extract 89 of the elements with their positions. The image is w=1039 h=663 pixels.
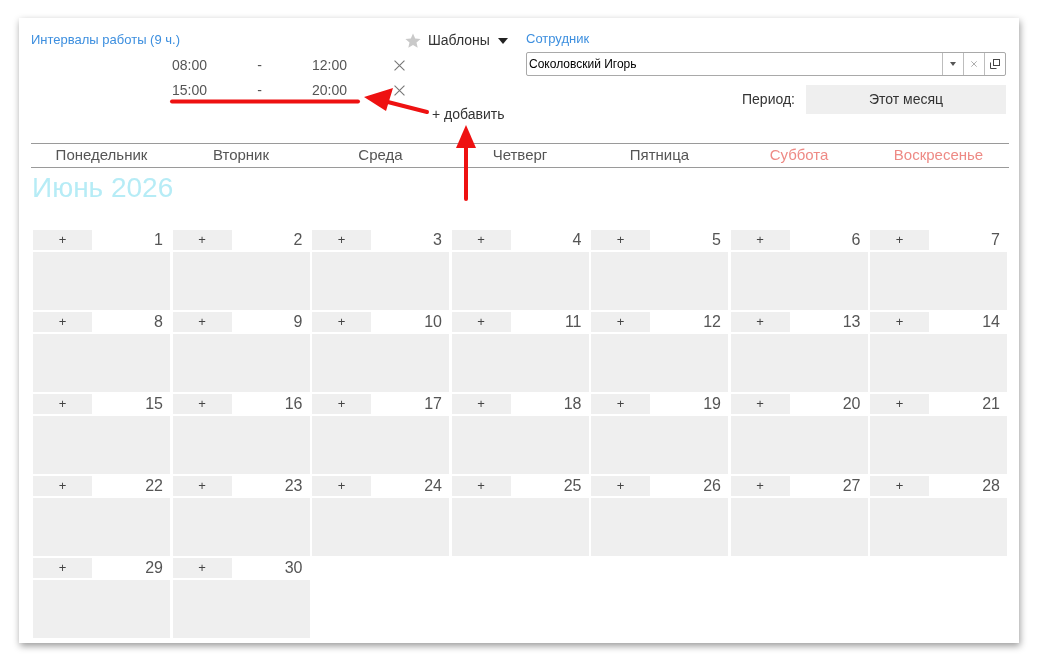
- add-shift-button[interactable]: +: [312, 394, 371, 414]
- add-shift-button[interactable]: +: [451, 476, 511, 496]
- add-shift-button[interactable]: +: [172, 230, 232, 250]
- day-number: 25: [563, 476, 583, 496]
- day-number: 11: [564, 312, 583, 332]
- employee-label: Сотрудник: [526, 31, 590, 47]
- add-shift-button[interactable]: +: [730, 394, 790, 414]
- day-number: 24: [424, 476, 443, 496]
- weekday-label: Понедельник: [55, 145, 148, 166]
- templates-dropdown[interactable]: Шаблоны: [405, 32, 508, 49]
- add-shift-button[interactable]: +: [33, 312, 92, 332]
- add-shift-button[interactable]: +: [591, 312, 650, 332]
- add-shift-button[interactable]: +: [870, 476, 929, 496]
- separator-dash: -: [256, 56, 263, 75]
- period-label: Период:: [742, 90, 795, 109]
- close-icon[interactable]: [394, 60, 405, 71]
- add-shift-button[interactable]: +: [33, 230, 92, 250]
- day-number: 4: [572, 230, 583, 250]
- day-number: 1: [154, 230, 164, 250]
- add-interval-link[interactable]: + добавить: [432, 106, 505, 123]
- add-shift-button[interactable]: +: [451, 394, 511, 414]
- start-time[interactable]: 08:00: [172, 55, 257, 76]
- star-icon: [405, 32, 421, 49]
- day-number: 15: [145, 394, 164, 414]
- add-shift-button[interactable]: +: [730, 476, 790, 496]
- day-number: 8: [154, 312, 164, 332]
- day-number: 26: [703, 476, 722, 496]
- add-shift-button[interactable]: +: [591, 476, 650, 496]
- weekday-label: Воскресенье: [893, 145, 984, 166]
- add-shift-button[interactable]: +: [312, 230, 371, 250]
- day-number: 20: [842, 394, 862, 414]
- day-number: 17: [424, 394, 443, 414]
- close-icon[interactable]: [394, 85, 405, 96]
- weekday-label: Среда: [358, 145, 403, 166]
- windows-icon: [990, 59, 1000, 69]
- add-shift-button[interactable]: +: [33, 394, 92, 414]
- end-time[interactable]: 12:00: [262, 55, 347, 76]
- weekday-label: Суббота: [769, 145, 829, 166]
- period-button[interactable]: Этот месяц: [806, 85, 1006, 114]
- day-number: 23: [284, 476, 304, 496]
- caret-icon: [497, 37, 508, 44]
- add-shift-button[interactable]: +: [451, 312, 511, 332]
- caret-icon: [950, 62, 956, 66]
- add-shift-button[interactable]: +: [312, 476, 371, 496]
- add-shift-button[interactable]: +: [591, 394, 650, 414]
- day-number: 22: [145, 476, 164, 496]
- month-title: Июнь 2026: [32, 172, 174, 204]
- day-number: 5: [712, 230, 722, 250]
- day-number: 13: [842, 312, 862, 332]
- day-number: 6: [851, 230, 862, 250]
- add-shift-button[interactable]: +: [870, 394, 929, 414]
- add-shift-button[interactable]: +: [172, 558, 232, 578]
- day-number: 30: [284, 558, 304, 578]
- start-time[interactable]: 15:00: [172, 80, 257, 101]
- day-number: 19: [703, 394, 722, 414]
- day-number: 28: [982, 476, 1001, 496]
- day-number: 7: [991, 230, 1001, 250]
- section-title: Интервалы работы (9 ч.): [31, 32, 180, 48]
- employee-field[interactable]: Соколовский Игорь: [526, 52, 1006, 76]
- weekday-label: Пятница: [629, 145, 690, 166]
- day-number: 9: [293, 312, 304, 332]
- add-shift-button[interactable]: +: [312, 312, 371, 332]
- annotation-arrow: [364, 88, 429, 114]
- close-icon: [971, 61, 977, 67]
- weekday-label: Вторник: [212, 145, 270, 166]
- day-number: 3: [433, 230, 443, 250]
- add-shift-button[interactable]: +: [730, 230, 790, 250]
- add-shift-button[interactable]: +: [33, 476, 92, 496]
- day-number: 16: [284, 394, 304, 414]
- add-shift-button[interactable]: +: [870, 312, 929, 332]
- day-number: 14: [982, 312, 1001, 332]
- day-number: 18: [563, 394, 583, 414]
- end-time[interactable]: 20:00: [262, 80, 347, 101]
- day-number: 27: [842, 476, 862, 496]
- add-shift-button[interactable]: +: [33, 558, 92, 578]
- weekday-label: Четверг: [492, 145, 548, 166]
- separator-dash: -: [256, 81, 263, 100]
- day-number: 10: [424, 312, 443, 332]
- day-number: 29: [145, 558, 164, 578]
- add-shift-button[interactable]: +: [172, 394, 232, 414]
- day-number: 12: [703, 312, 722, 332]
- day-number: 21: [982, 394, 1001, 414]
- add-shift-button[interactable]: +: [870, 230, 929, 250]
- add-shift-button[interactable]: +: [591, 230, 650, 250]
- day-number: 2: [293, 230, 304, 250]
- add-shift-button[interactable]: +: [730, 312, 790, 332]
- add-shift-button[interactable]: +: [451, 230, 511, 250]
- add-shift-button[interactable]: +: [172, 312, 232, 332]
- add-shift-button[interactable]: +: [172, 476, 232, 496]
